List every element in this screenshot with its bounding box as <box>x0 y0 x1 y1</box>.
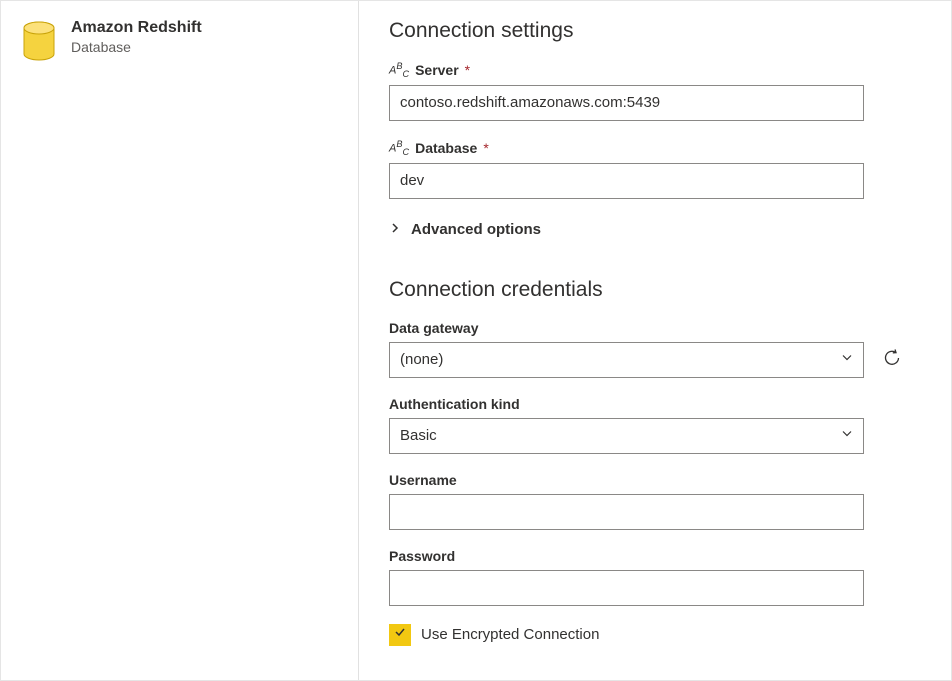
text-type-icon: ABC <box>389 61 409 79</box>
chevron-right-icon <box>389 221 401 238</box>
encrypted-connection-row: Use Encrypted Connection <box>389 624 916 646</box>
main-panel: Connection settings ABC Server * ABC Dat… <box>359 1 951 680</box>
auth-kind-field-group: Authentication kind Basic <box>389 396 916 454</box>
sidebar: Amazon Redshift Database <box>1 1 359 680</box>
database-input[interactable] <box>389 163 864 199</box>
connector-item[interactable]: Amazon Redshift Database <box>21 19 338 57</box>
connector-title: Amazon Redshift <box>71 19 202 37</box>
database-cylinder-icon <box>21 21 57 57</box>
username-field-group: Username <box>389 472 916 530</box>
required-asterisk: * <box>483 140 488 156</box>
auth-kind-label: Authentication kind <box>389 396 916 412</box>
auth-kind-select[interactable]: Basic <box>389 418 864 454</box>
encrypted-checkbox[interactable] <box>389 624 411 646</box>
connector-subtitle: Database <box>71 39 202 55</box>
username-label: Username <box>389 472 916 488</box>
server-field-group: ABC Server * <box>389 61 916 121</box>
server-label: ABC Server * <box>389 61 916 79</box>
server-input[interactable] <box>389 85 864 121</box>
text-type-icon: ABC <box>389 139 409 157</box>
refresh-icon <box>881 347 903 372</box>
database-field-group: ABC Database * <box>389 139 916 199</box>
checkmark-icon <box>393 625 407 644</box>
data-gateway-label: Data gateway <box>389 320 916 336</box>
database-label: ABC Database * <box>389 139 916 157</box>
refresh-gateway-button[interactable] <box>878 346 906 374</box>
password-field-group: Password <box>389 548 916 606</box>
connection-settings-heading: Connection settings <box>389 19 916 43</box>
password-label: Password <box>389 548 916 564</box>
encrypted-label: Use Encrypted Connection <box>421 626 599 643</box>
required-asterisk: * <box>465 62 470 78</box>
advanced-options-toggle[interactable]: Advanced options <box>389 217 916 242</box>
data-gateway-field-group: Data gateway (none) <box>389 320 916 378</box>
password-input[interactable] <box>389 570 864 606</box>
username-input[interactable] <box>389 494 864 530</box>
connection-credentials-heading: Connection credentials <box>389 278 916 302</box>
data-gateway-select[interactable]: (none) <box>389 342 864 378</box>
